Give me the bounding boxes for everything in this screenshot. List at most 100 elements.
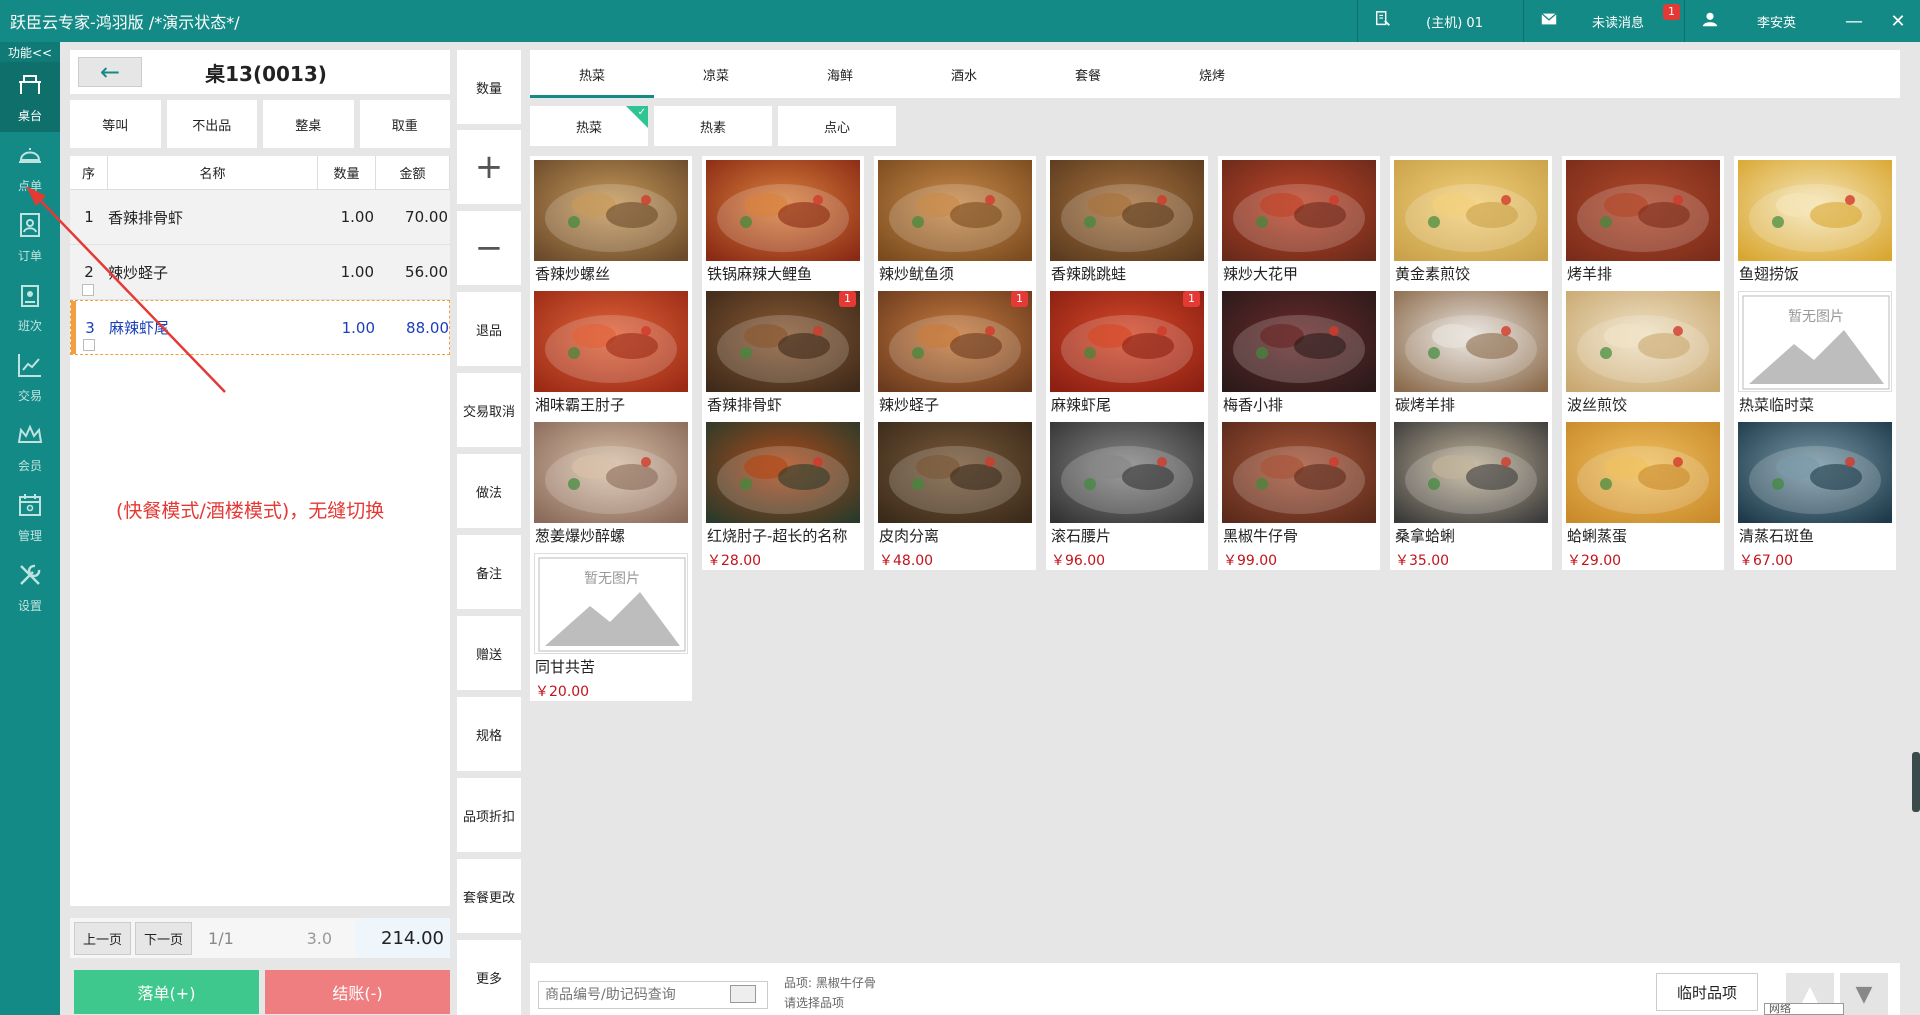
dish-card[interactable]: 皮肉分离 ￥48.00 [874,418,1036,570]
check-icon: ✓ [637,107,646,118]
next-page-button[interactable]: 下一页 [135,921,193,955]
total-quantity: 3.0 [306,928,333,948]
dish-card[interactable]: 香辣炒螺丝￥58.00 [530,156,692,308]
side-scroll-handle[interactable] [1912,752,1920,812]
dish-card[interactable]: 黄金素煎饺￥0.01 [1390,156,1552,308]
table-row[interactable]: 3 麻辣虾尾 1.00 88.00 [70,300,450,355]
dish-card[interactable]: 香辣排骨虾￥70.001 [702,287,864,439]
row-name: 辣炒蛏子 [108,263,169,282]
nav-item-trade[interactable]: 交易 [0,342,60,412]
nav-item-settings[interactable]: 设置 [0,552,60,622]
pickup-button[interactable]: 取重 [359,100,450,148]
quantity-button[interactable]: 数量 [457,50,521,124]
order-header: ← 桌13(0013) [70,50,450,94]
dish-card[interactable]: 麻辣虾尾￥88.001 [1046,287,1208,439]
gift-button[interactable]: 赠送 [457,616,521,690]
unread-messages[interactable]: 未读消息 1 [1522,0,1684,42]
row-checkbox[interactable] [82,284,94,296]
subtab-dim-sum[interactable]: 点心 [778,106,896,146]
dish-card[interactable]: 葱姜爆炒醉螺￥65.00 [530,418,692,570]
method-button[interactable]: 做法 [457,454,521,528]
temp-item-button[interactable]: 临时品项 [1656,973,1758,1011]
wait-call-button[interactable]: 等叫 [70,100,161,148]
col-no: 序 [70,156,108,189]
increase-button[interactable]: + [457,130,521,204]
nav-item-shift[interactable]: 班次 [0,272,60,342]
cancel-trade-button[interactable]: 交易取消 [457,373,521,447]
dish-card[interactable]: 辣炒大花甲￥45.00 [1218,156,1380,308]
tab-seafood[interactable]: 海鲜 [778,50,902,98]
keyboard-icon[interactable] [730,985,756,1003]
nav-toggle[interactable]: 功能<< [0,42,60,62]
col-name: 名称 [108,156,318,189]
subtab-hot-dishes[interactable]: 热菜 ✓ [530,106,648,146]
no-image-text: 暂无图片 [1788,309,1844,325]
tab-cold-dishes[interactable]: 凉菜 [654,50,778,98]
item-discount-button[interactable]: 品项折扣 [457,778,521,852]
dish-card[interactable]: 辣炒蛏子￥56.001 [874,287,1036,439]
submit-order-button[interactable]: 落单(+) [74,970,259,1014]
menu-area: 热菜 凉菜 海鲜 酒水 套餐 烧烤 热菜 ✓ 热素 点心 香辣炒螺丝￥58.00… [530,50,1900,1015]
dish-card[interactable]: 清蒸石斑鱼 ￥67.00 [1734,418,1896,570]
no-serve-button[interactable]: 不出品 [166,100,257,148]
user-info[interactable]: 李安英 [1683,0,1832,42]
dish-card[interactable]: 暂无图片热菜临时菜￥0.00 [1734,287,1896,439]
spec-button[interactable]: 规格 [457,697,521,771]
back-button[interactable]: ← [78,57,142,87]
decrease-button[interactable]: − [457,211,521,285]
more-button[interactable]: 更多 [457,940,521,1015]
dish-card[interactable]: 滚石腰片 ￥96.00 [1046,418,1208,570]
dish-card[interactable]: 烤羊排￥78.00 [1562,156,1724,308]
prev-page-button[interactable]: 上一页 [74,921,132,955]
tab-bbq[interactable]: 烧烤 [1150,50,1274,98]
col-amount: 金额 [376,156,450,189]
whole-table-button[interactable]: 整桌 [263,100,354,148]
package-change-button[interactable]: 套餐更改 [457,859,521,933]
table-row[interactable]: 2 辣炒蛏子 1.00 56.00 [70,245,450,300]
nav-item-orders[interactable]: 订单 [0,202,60,272]
scroll-down-button[interactable]: ▼ [1840,973,1888,1015]
nav-item-manage[interactable]: 管理 [0,482,60,552]
no-image-text: 暂无图片 [584,571,640,587]
row-checkbox[interactable] [83,339,95,351]
row-amount: 56.00 [405,263,448,281]
subtab-label: 热菜 [575,120,602,136]
tab-set-meals[interactable]: 套餐 [1026,50,1150,98]
dish-name: 波丝煎饺 [1567,396,1628,414]
dish-name: 黄金素煎饺 [1395,265,1471,283]
tab-drinks[interactable]: 酒水 [902,50,1026,98]
dish-card[interactable]: 香辣跳跳蛙￥58.00 [1046,156,1208,308]
dish-name: 滚石腰片 [1051,527,1112,545]
dish-card[interactable]: 黑椒牛仔骨 ￥99.00 [1218,418,1380,570]
dish-card[interactable]: 铁锅麻辣大鲤鱼￥98.00 [702,156,864,308]
dish-card[interactable]: 碳烤羊排￥16.00 [1390,287,1552,439]
minimize-button[interactable]: — [1832,0,1876,42]
dish-card[interactable]: 鱼翅捞饭￥45.00 [1734,156,1896,308]
nav-item-member[interactable]: 会员 [0,412,60,482]
dish-card[interactable]: 辣炒鱿鱼须￥48.00 [874,156,1036,308]
subtab-hot-veg[interactable]: 热素 [654,106,772,146]
dish-card[interactable]: 蛤蜊蒸蛋 ￥29.00 [1562,418,1724,570]
dish-card[interactable]: 红烧肘子-超长的名称 ￥28.00 [702,418,864,570]
order-table-header: 序 名称 数量 金额 [70,156,450,190]
nav-item-order[interactable]: 点单 [0,132,60,202]
checkout-button[interactable]: 结账(-) [265,970,450,1014]
close-button[interactable]: ✕ [1876,0,1920,42]
nav-item-table[interactable]: 桌台 [0,62,60,132]
dish-name: 蛤蜊蒸蛋 [1567,527,1628,545]
return-item-button[interactable]: 退品 [457,292,521,366]
dish-card[interactable]: 湘味霸王肘子￥98.00 [530,287,692,439]
tab-hot-dishes[interactable]: 热菜 [530,50,654,98]
table-row[interactable]: 1 香辣排骨虾 1.00 70.00 [70,190,450,245]
chart-icon [15,350,45,383]
host-indicator[interactable]: (主机) 01 [1357,0,1523,42]
dish-image [1738,422,1892,523]
table-icon [15,70,45,103]
remark-button[interactable]: 备注 [457,535,521,609]
dish-card[interactable]: 暂无图片 同甘共苦 ￥20.00 [530,549,692,701]
row-amount: 70.00 [405,208,448,226]
dish-card[interactable]: 梅香小排￥138.00 [1218,287,1380,439]
dish-card[interactable]: 波丝煎饺￥25.00 [1562,287,1724,439]
left-nav: 功能<< 桌台 点单 订单 班次 交易 会员 管理 设置 [0,42,60,1015]
dish-card[interactable]: 桑拿蛤蜊 ￥35.00 [1390,418,1552,570]
